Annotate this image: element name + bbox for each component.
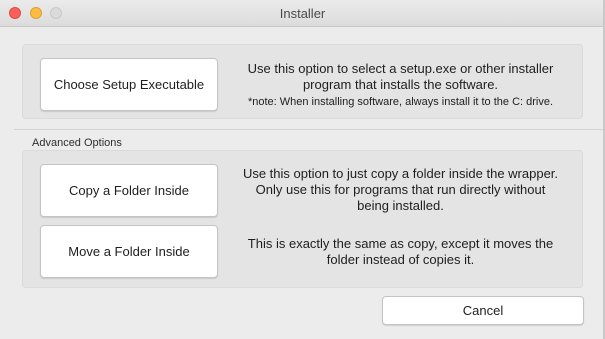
window-title: Installer [279,6,326,21]
section-divider [14,129,605,130]
cancel-button[interactable]: Cancel [382,296,584,325]
choose-description: Use this option to select a setup.exe or… [228,61,573,110]
copy-folder-inside-button[interactable]: Copy a Folder Inside [40,164,218,217]
copy-description-line2: Only use this for programs that run dire… [255,182,546,197]
move-description-line2: folder instead of copies it. [326,252,475,267]
setup-executable-panel: Choose Setup Executable Use this option … [22,44,583,119]
choose-setup-executable-button[interactable]: Choose Setup Executable [40,58,218,111]
copy-description-line3: being installed. [357,198,444,213]
move-description: This is exactly the same as copy, except… [228,236,573,268]
advanced-options-label: Advanced Options [32,137,122,149]
choose-description-line1: Use this option to select a setup.exe or… [247,61,554,76]
title-bar: Installer [0,0,605,27]
copy-description-line1: Use this option to just copy a folder in… [242,166,559,181]
advanced-options-panel: Copy a Folder Inside Use this option to … [22,150,583,288]
move-folder-inside-button[interactable]: Move a Folder Inside [40,225,218,278]
install-note: *note: When installing software, always … [247,96,554,108]
move-description-line1: This is exactly the same as copy, except… [247,236,554,251]
choose-description-line2: program that installs the software. [302,77,499,92]
copy-description: Use this option to just copy a folder in… [228,166,573,214]
